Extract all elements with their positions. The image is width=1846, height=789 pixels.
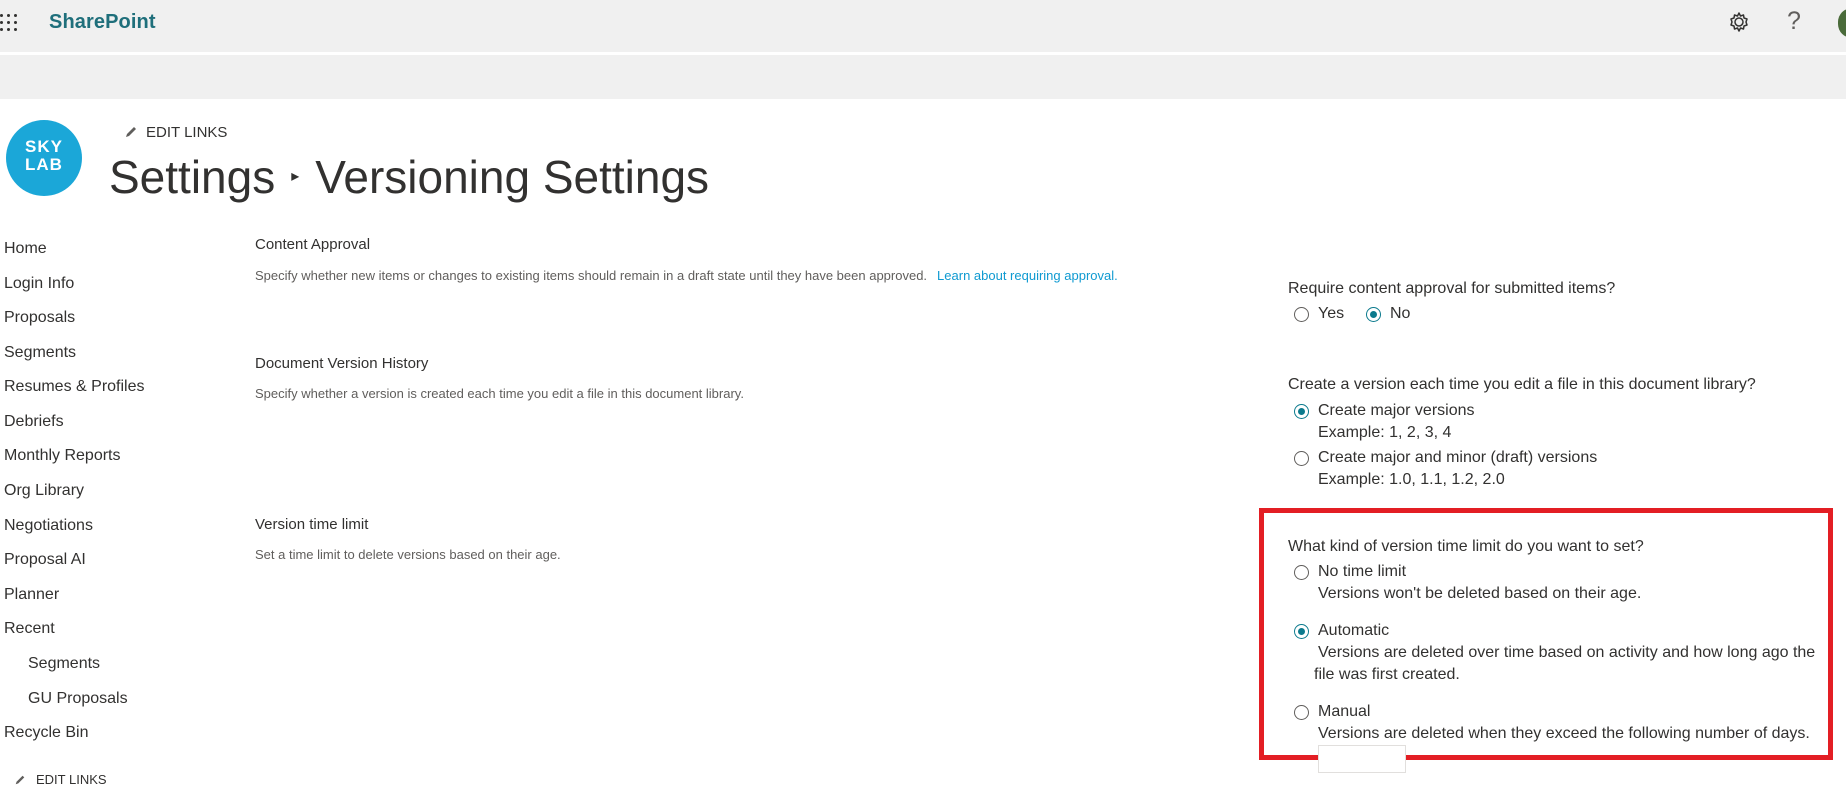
edit-links-label: EDIT LINKS [36,772,107,787]
nav-item-gu-proposals[interactable]: GU Proposals [28,690,128,708]
edit-links-label: EDIT LINKS [146,124,228,141]
days-input[interactable] [1318,745,1406,773]
help-icon[interactable]: ? [1787,7,1801,36]
major-minor-versions-hint: Example: 1.0, 1.1, 1.2, 2.0 [1318,471,1505,488]
gear-icon[interactable] [1725,8,1753,36]
radio-no[interactable] [1366,307,1381,322]
major-versions-hint: Example: 1, 2, 3, 4 [1318,424,1452,441]
automatic-hint-line1: Versions are deleted over time based on … [1318,644,1816,661]
nav-item-proposal-ai[interactable]: Proposal AI [4,551,86,569]
nav-item-negotiations[interactable]: Negotiations [4,517,93,535]
waffle-icon[interactable] [0,11,24,35]
approval-question: Require content approval for submitted i… [1288,280,1616,297]
learn-approval-link[interactable]: Learn about requiring approval. [937,268,1118,283]
edit-links-top[interactable]: EDIT LINKS [124,124,227,143]
app-brand[interactable]: SharePoint [49,11,156,34]
time-limit-title: Version time limit [255,516,369,533]
nav-item-resumes-profiles[interactable]: Resumes & Profiles [4,378,145,396]
manual-hint: Versions are deleted when they exceed th… [1318,725,1810,742]
command-bar [0,55,1846,99]
nav-item-proposals[interactable]: Proposals [4,309,75,327]
no-time-limit-hint: Versions won't be deleted based on their… [1318,585,1642,602]
nav-item-debriefs[interactable]: Debriefs [4,413,64,431]
breadcrumb-separator-icon: ▸ [291,168,300,185]
content-approval-title: Content Approval [255,236,371,253]
nav-item-recent[interactable]: Recent [4,620,55,638]
radio-no-time-limit[interactable] [1294,565,1309,580]
version-history-question: Create a version each time you edit a fi… [1288,376,1756,393]
logo-text-line2: LAB [25,155,63,174]
content-approval-description-text: Specify whether new items or changes to … [255,268,928,283]
breadcrumb-settings[interactable]: Settings [109,151,275,203]
radio-major-minor-versions[interactable] [1294,451,1309,466]
automatic-label: Automatic [1318,622,1390,639]
version-history-description: Specify whether a version is created eac… [255,386,744,401]
nav-item-segments[interactable]: Segments [4,344,76,362]
breadcrumb-current: Versioning Settings [315,151,710,203]
nav-item-monthly-reports[interactable]: Monthly Reports [4,447,121,465]
radio-yes[interactable] [1294,307,1309,322]
nav-item-recent-segments[interactable]: Segments [28,655,100,673]
edit-links-bottom[interactable]: EDIT LINKS [14,772,107,789]
nav-item-recycle-bin[interactable]: Recycle Bin [4,724,88,742]
major-minor-versions-label: Create major and minor (draft) versions [1318,449,1598,466]
radio-no-label: No [1390,305,1411,322]
content-approval-description: Specify whether new items or changes to … [255,268,1118,283]
no-time-limit-label: No time limit [1318,563,1407,580]
version-history-title: Document Version History [255,355,429,372]
nav-item-org-library[interactable]: Org Library [4,482,84,500]
major-versions-label: Create major versions [1318,402,1475,419]
time-limit-question: What kind of version time limit do you w… [1288,538,1644,555]
avatar[interactable] [1838,8,1846,38]
nav-item-login-info[interactable]: Login Info [4,275,74,293]
pencil-icon [14,774,30,789]
site-logo[interactable]: SKY LAB [6,120,82,196]
radio-major-versions[interactable] [1294,404,1309,419]
page-title: Settings ▸ Versioning Settings [109,150,709,204]
radio-manual[interactable] [1294,705,1309,720]
nav-item-planner[interactable]: Planner [4,586,59,604]
time-limit-description: Set a time limit to delete versions base… [255,547,561,562]
radio-automatic[interactable] [1294,624,1309,639]
automatic-hint-line2: file was first created. [1314,666,1460,683]
manual-label: Manual [1318,703,1371,720]
logo-text-line1: SKY [25,137,63,156]
suite-bar: SharePoint ? [0,0,1846,55]
radio-yes-label: Yes [1318,305,1345,322]
pencil-icon [124,125,140,143]
nav-item-home[interactable]: Home [4,240,47,258]
